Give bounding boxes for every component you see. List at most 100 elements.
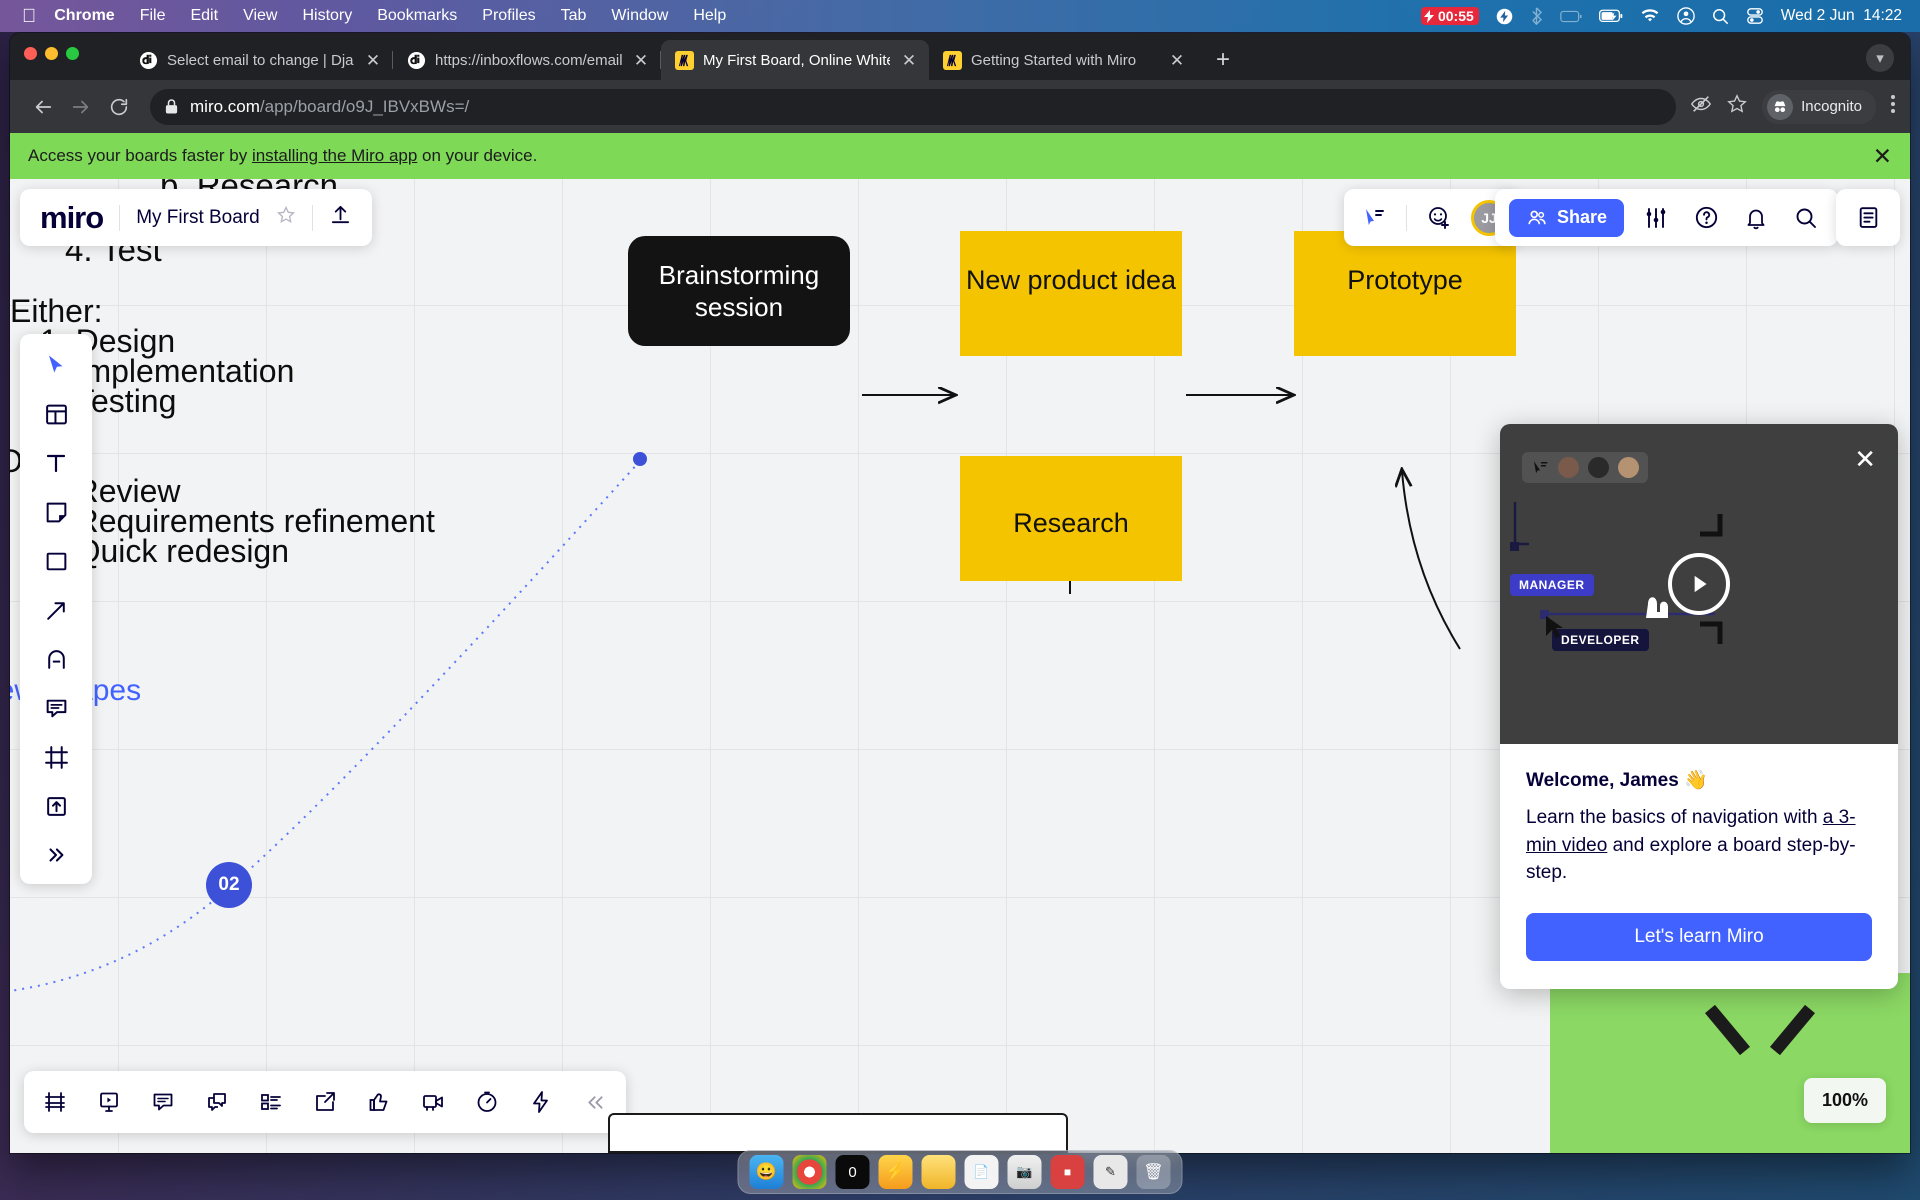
green-frame-shape[interactable]	[1550, 973, 1910, 1153]
play-icon[interactable]	[1668, 553, 1730, 615]
install-miro-app-link[interactable]: installing the Miro app	[252, 146, 417, 165]
editor-icon[interactable]: ✎	[1093, 1155, 1128, 1189]
close-tab-button[interactable]: ✕	[899, 50, 919, 70]
lets-learn-miro-button[interactable]: Let's learn Miro	[1526, 912, 1872, 961]
menu-item-view[interactable]: View	[243, 7, 277, 25]
upload-icon[interactable]	[329, 204, 352, 232]
app-icon[interactable]: 0	[835, 1155, 870, 1189]
timer-badge[interactable]: 00:55	[1420, 7, 1479, 25]
star-outline-icon[interactable]	[276, 205, 296, 230]
three-dot-menu-icon[interactable]	[1890, 93, 1896, 120]
frame-tool[interactable]	[34, 740, 78, 774]
close-icon[interactable]: ✕	[1854, 446, 1876, 472]
calculator-icon[interactable]: ■	[1050, 1155, 1085, 1189]
zoom-level-indicator[interactable]: 100%	[1803, 1078, 1886, 1123]
sliders-icon[interactable]	[1638, 200, 1674, 236]
menu-item-history[interactable]: History	[302, 7, 352, 25]
comments-panel-button[interactable]	[144, 1083, 182, 1121]
address-bar[interactable]: miro.com/app/board/o9J_IBVxBWs=/	[150, 88, 1677, 125]
presentation-mode-button[interactable]	[90, 1083, 128, 1121]
finder-icon[interactable]: 😀	[749, 1155, 784, 1189]
question-circle-icon[interactable]	[1688, 200, 1724, 236]
shapes-tool[interactable]	[34, 544, 78, 578]
bell-icon[interactable]	[1738, 200, 1774, 236]
timer-button[interactable]	[468, 1083, 506, 1121]
select-tool[interactable]	[34, 348, 78, 382]
board-sticky-prototype[interactable]: Prototype	[1294, 231, 1516, 356]
video-chat-button[interactable]	[414, 1083, 452, 1121]
templates-tool[interactable]	[34, 397, 78, 431]
browser-tab-1[interactable]: Select email to change | Djang ✕	[125, 40, 393, 80]
menu-item-chrome[interactable]: Chrome	[54, 7, 114, 25]
more-tools-button[interactable]	[34, 838, 78, 872]
text-tool[interactable]	[34, 446, 78, 480]
menu-item-window[interactable]: Window	[611, 7, 668, 25]
menu-item-profiles[interactable]: Profiles	[482, 7, 535, 25]
search-icon[interactable]	[1712, 8, 1729, 25]
search-icon[interactable]	[1788, 200, 1824, 236]
apps-button[interactable]	[522, 1083, 560, 1121]
close-tab-button[interactable]: ✕	[1167, 50, 1187, 70]
close-tab-button[interactable]: ✕	[631, 50, 651, 70]
terminal-icon[interactable]: ⚡	[878, 1155, 913, 1189]
incognito-profile-chip[interactable]: Incognito	[1762, 89, 1876, 124]
account-icon[interactable]	[1677, 7, 1695, 25]
bluetooth-icon[interactable]	[1530, 7, 1543, 25]
maximize-window-button[interactable]	[66, 47, 79, 60]
menu-item-help[interactable]: Help	[693, 7, 726, 25]
onboarding-video-thumbnail[interactable]: MANAGER DEVELOPER ✕	[1500, 424, 1898, 744]
chrome-icon[interactable]	[792, 1155, 827, 1189]
trash-icon[interactable]: 🗑	[1136, 1155, 1171, 1189]
close-banner-button[interactable]: ✕	[1873, 144, 1892, 168]
eye-slash-icon[interactable]	[1690, 93, 1712, 120]
board-sticky-new-product-idea[interactable]: New product idea	[960, 231, 1182, 356]
browser-tab-2[interactable]: https://inboxflows.com/emails/ ✕	[393, 40, 661, 80]
step-badge-02[interactable]: 02	[206, 862, 252, 908]
forward-button[interactable]	[62, 88, 100, 126]
cards-panel-button[interactable]	[252, 1083, 290, 1121]
comment-tool[interactable]	[34, 691, 78, 725]
preview-icon[interactable]: 📷	[1007, 1155, 1042, 1189]
battery-charging-icon[interactable]	[1598, 9, 1623, 23]
files-icon[interactable]: 📄	[964, 1155, 999, 1189]
control-center-icon[interactable]	[1746, 7, 1764, 25]
board-sticky-research[interactable]: Research	[960, 456, 1182, 581]
emoji-plus-icon[interactable]	[1421, 200, 1457, 236]
apple-logo-icon[interactable]: 	[22, 7, 36, 26]
sticky-note-tool[interactable]	[34, 495, 78, 529]
tab-search-icon[interactable]: ▾	[1866, 44, 1894, 72]
new-tab-button[interactable]: +	[1207, 44, 1239, 76]
battery-low-icon[interactable]	[1560, 10, 1582, 23]
menu-item-file[interactable]: File	[140, 7, 166, 25]
board-name-label[interactable]: My First Board	[136, 207, 260, 229]
window-controls[interactable]	[24, 47, 79, 60]
pen-tool[interactable]	[34, 642, 78, 676]
miro-board-canvas[interactable]: b. Research 4. Test Either: 1. Design 2.…	[10, 179, 1910, 1153]
menu-bar-clock[interactable]: Wed 2 Jun 14:22	[1781, 7, 1902, 25]
miro-logo[interactable]: miro	[40, 202, 104, 233]
menu-item-tab[interactable]: Tab	[561, 7, 587, 25]
upload-tool[interactable]	[34, 789, 78, 823]
export-board-button[interactable]	[306, 1083, 344, 1121]
notes-icon[interactable]	[921, 1155, 956, 1189]
minimize-window-button[interactable]	[45, 47, 58, 60]
document-lines-icon[interactable]	[1850, 200, 1886, 236]
close-window-button[interactable]	[24, 47, 37, 60]
cursor-lines-icon[interactable]	[1356, 200, 1392, 236]
connection-line-tool[interactable]	[34, 593, 78, 627]
browser-tab-3[interactable]: My First Board, Online Whitebo ✕	[661, 40, 929, 80]
wifi-icon[interactable]	[1640, 8, 1660, 24]
browser-tab-4[interactable]: Getting Started with Miro ✕	[929, 40, 1197, 80]
lightning-bolt-icon[interactable]	[1496, 8, 1513, 25]
menu-item-edit[interactable]: Edit	[190, 7, 218, 25]
reload-button[interactable]	[100, 88, 138, 126]
close-tab-button[interactable]: ✕	[363, 50, 383, 70]
thumbs-up-button[interactable]	[360, 1083, 398, 1121]
chat-panel-button[interactable]	[198, 1083, 236, 1121]
back-button[interactable]	[24, 88, 62, 126]
board-node-brainstorming[interactable]: Brainstorming session	[628, 236, 850, 346]
frames-panel-button[interactable]	[36, 1083, 74, 1121]
star-icon[interactable]	[1726, 93, 1748, 120]
menu-item-bookmarks[interactable]: Bookmarks	[377, 7, 457, 25]
share-button[interactable]: Share	[1508, 198, 1624, 237]
